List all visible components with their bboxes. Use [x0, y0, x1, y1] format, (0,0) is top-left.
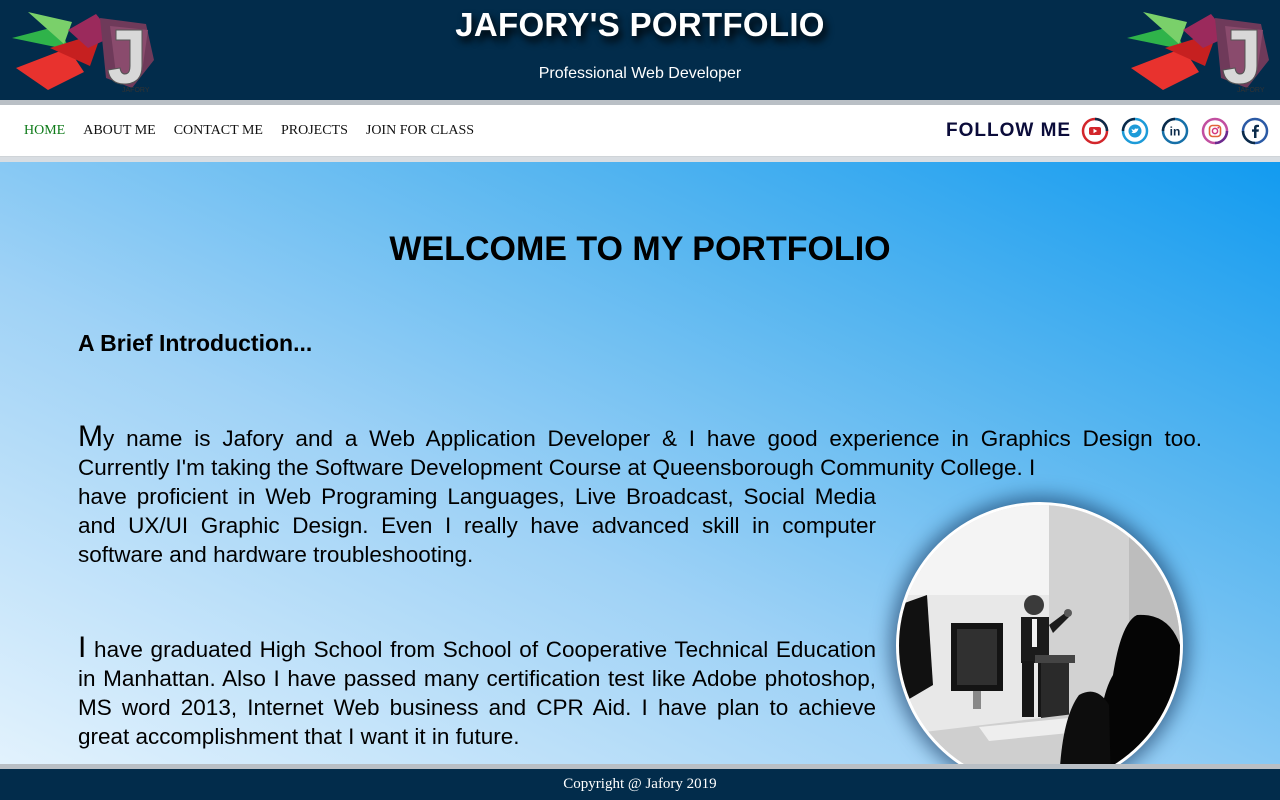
nav-projects[interactable]: PROJECTS: [281, 123, 348, 139]
svg-text:JAFORY: JAFORY: [1237, 87, 1265, 94]
instagram-icon[interactable]: [1201, 117, 1229, 145]
nav-bar: HOME ABOUT ME CONTACT ME PROJECTS JOIN F…: [0, 105, 1280, 157]
intro-paragraph-1-text: y name is Jafory and a Web Application D…: [78, 426, 1202, 480]
welcome-heading: WELCOME TO MY PORTFOLIO: [389, 230, 891, 268]
intro-paragraph-1-continued: have proficient in Web Programing Langua…: [78, 484, 876, 567]
svg-text:in: in: [1170, 125, 1181, 139]
nav-about-me[interactable]: ABOUT ME: [83, 123, 155, 139]
intro-paragraph-2: I have graduated High School from School…: [78, 633, 876, 751]
facebook-icon[interactable]: [1241, 117, 1269, 145]
nav-links: HOME ABOUT ME CONTACT ME PROJECTS JOIN F…: [24, 105, 492, 157]
follow-me-label: FOLLOW ME: [946, 120, 1072, 141]
nav-contact-me[interactable]: CONTACT ME: [174, 123, 263, 139]
profile-photo: [896, 502, 1183, 789]
main-content: WELCOME TO MY PORTFOLIO A Brief Introduc…: [0, 162, 1280, 789]
intro-paragraph-2-text: have graduated High School from School o…: [78, 637, 876, 749]
social-follow: FOLLOW ME in: [946, 105, 1269, 157]
copyright-text: Copyright @ Jafory 2019: [563, 776, 717, 792]
intro-paragraph-1: My name is Jafory and a Web Application …: [78, 422, 1202, 482]
jafory-logo-icon[interactable]: JAFORY: [1125, 8, 1270, 96]
linkedin-icon[interactable]: in: [1161, 117, 1189, 145]
drop-cap: M: [78, 420, 103, 453]
site-title: JAFORY'S PORTFOLIO: [455, 6, 825, 43]
nav-join-for-class[interactable]: JOIN FOR CLASS: [366, 123, 474, 139]
intro-heading: A Brief Introduction...: [78, 330, 313, 356]
profile-photo-image: [899, 505, 1180, 786]
svg-text:JAFORY: JAFORY: [122, 87, 150, 94]
twitter-icon[interactable]: [1121, 117, 1149, 145]
site-subtitle: Professional Web Developer: [538, 65, 742, 82]
nav-home[interactable]: HOME: [24, 123, 65, 139]
youtube-icon[interactable]: [1081, 117, 1109, 145]
site-header: JAFORY JAFORY'S PORTFOLIO Professional W…: [0, 0, 1280, 100]
site-footer: Copyright @ Jafory 2019: [0, 769, 1280, 800]
